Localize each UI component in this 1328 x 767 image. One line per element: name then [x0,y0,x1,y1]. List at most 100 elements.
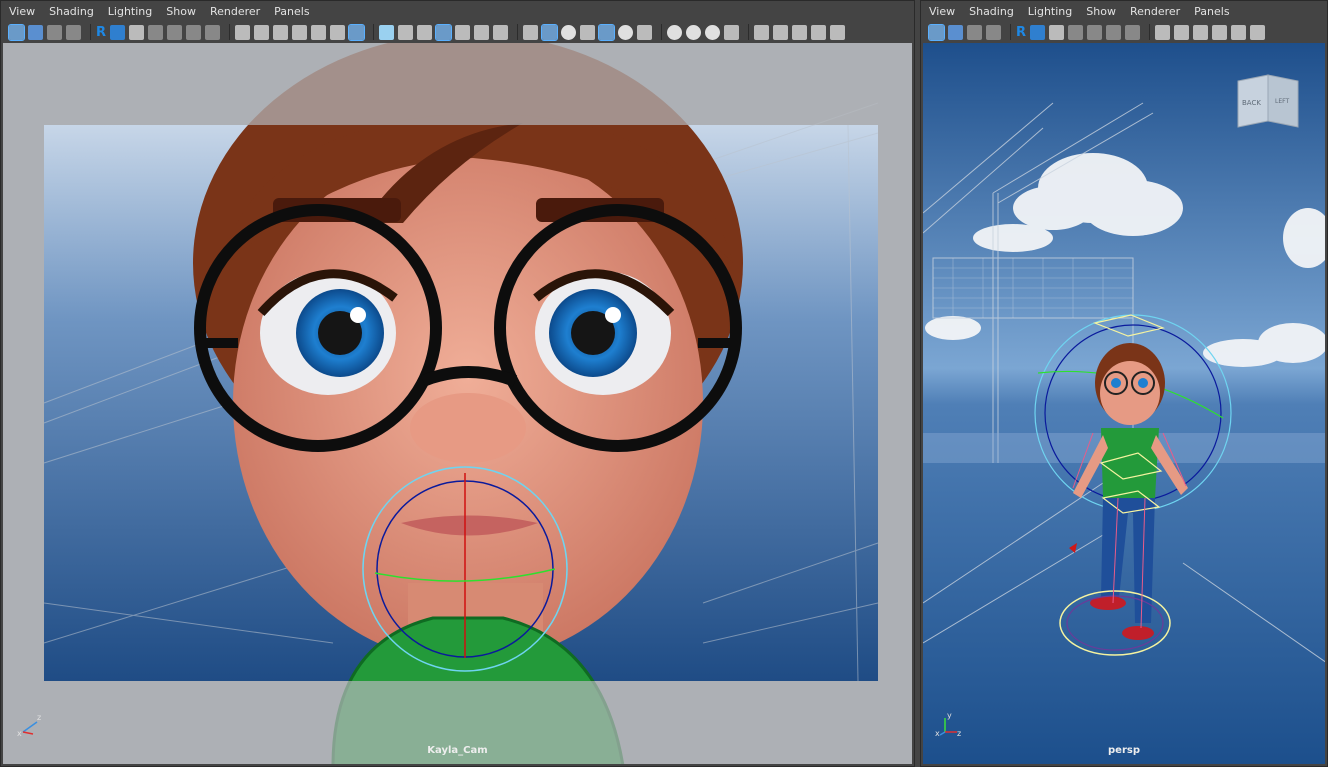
snap-icon[interactable] [1231,24,1247,40]
right-panel-toolbar: R [921,21,1327,43]
frame-all-icon[interactable] [830,24,846,40]
anti-alias-icon[interactable] [705,24,721,40]
menu-panels[interactable]: Panels [1194,5,1229,18]
menu-renderer[interactable]: Renderer [1130,5,1180,18]
menu-shading[interactable]: Shading [49,5,94,18]
right-panel-menubar: View Shading Lighting Show Renderer Pane… [921,1,1327,21]
grease-pencil-icon[interactable] [348,23,366,41]
screen-space-ao-icon[interactable] [667,24,683,40]
xray-active-icon[interactable] [792,24,808,40]
camera-track-icon[interactable] [1193,24,1209,40]
camera-name-label: persp [1108,745,1140,756]
wireframe-on-shaded-icon[interactable] [561,24,577,40]
motion-blur-icon[interactable] [686,24,702,40]
bookmark-flag-icon[interactable] [1212,24,1228,40]
menu-view[interactable]: View [929,5,955,18]
resolution-gate-icon[interactable] [417,24,433,40]
wireframe-icon[interactable] [523,24,539,40]
render-r-icon[interactable]: R [1016,25,1026,40]
shadows-icon[interactable] [637,24,653,40]
textured-icon[interactable] [598,23,616,41]
left-panel-toolbar: R [1,21,914,43]
bookmark-icon[interactable] [967,24,982,40]
toolbar-separator [661,24,663,40]
camera-move-icon[interactable] [1174,24,1190,40]
rotate-icon[interactable] [1250,24,1266,40]
viewcube-left-label: LEFT [1275,98,1289,105]
toolbar-separator [748,24,750,40]
layout-icon[interactable] [186,24,202,40]
image-plane-toggle-icon[interactable] [167,24,183,40]
safe-title-icon[interactable] [493,24,509,40]
playblast-icon[interactable] [1030,24,1046,40]
bookmark-flag-icon[interactable] [292,24,308,40]
bookmark-icon[interactable] [47,24,62,40]
toolbar-separator [517,24,519,40]
isolate-select-icon[interactable] [754,24,770,40]
snapshot-icon[interactable] [1125,24,1141,40]
snapshot-icon[interactable] [205,24,221,40]
axis-label-x: x [17,729,22,738]
menu-shading[interactable]: Shading [969,5,1014,18]
depth-of-field-icon[interactable] [724,24,740,40]
camera-name-label: Kayla_Cam [427,745,488,756]
toolbar-separator [90,24,91,40]
field-chart-icon[interactable] [455,24,471,40]
gate-mask-icon[interactable] [435,23,453,41]
viewcube-icon: BACK LEFT [1237,74,1299,128]
menu-lighting[interactable]: Lighting [108,5,152,18]
smooth-shade-icon[interactable] [541,23,559,41]
2d-pan-icon[interactable] [1155,24,1171,40]
lights-icon[interactable] [618,24,634,40]
lock-camera-icon[interactable] [1068,24,1084,40]
kayla-cam-viewport[interactable]: z x Kayla_Cam [3,43,912,764]
hud-icon[interactable] [1049,24,1065,40]
menu-lighting[interactable]: Lighting [1028,5,1072,18]
render-r-icon[interactable]: R [96,25,106,40]
image-plane-icon[interactable] [986,24,1001,40]
axis-label-z: z [957,729,961,738]
toolbar-separator [229,24,231,40]
select-camera-icon[interactable] [928,23,945,41]
menu-view[interactable]: View [9,5,35,18]
xray-joints-icon[interactable] [773,24,789,40]
left-panel-menubar: View Shading Lighting Show Renderer Pane… [1,1,914,21]
camera-attributes-icon[interactable] [948,24,963,40]
layout-icon[interactable] [1106,24,1122,40]
axis-label-y: y [947,711,952,720]
persp-viewport[interactable]: BACK LEFT y z x persp [923,43,1325,764]
axis-label-z: z [37,713,41,722]
film-gate-icon[interactable] [398,24,414,40]
hud-icon[interactable] [129,24,145,40]
playblast-icon[interactable] [110,24,126,40]
safe-action-icon[interactable] [474,24,490,40]
axis-label-x: x [935,729,940,738]
toolbar-separator [1010,24,1011,40]
camera-track-icon[interactable] [273,24,289,40]
axis-gizmo-right: y z x [935,711,961,738]
2d-pan-icon[interactable] [235,24,251,40]
grid-icon[interactable] [379,24,395,40]
camera-move-icon[interactable] [254,24,270,40]
persp-render: BACK LEFT [923,43,1325,764]
menu-show[interactable]: Show [166,5,196,18]
image-plane-icon[interactable] [66,24,81,40]
axis-gizmo-left: z x [17,713,41,738]
lock-camera-icon[interactable] [148,24,164,40]
snap-icon[interactable] [311,24,327,40]
menu-renderer[interactable]: Renderer [210,5,260,18]
menu-panels[interactable]: Panels [274,5,309,18]
select-camera-icon[interactable] [8,23,25,41]
frame-selection-icon[interactable] [811,24,827,40]
left-viewport-panel[interactable]: View Shading Lighting Show Renderer Pane… [0,0,915,767]
toolbar-separator [1149,24,1151,40]
rotate-icon[interactable] [330,24,346,40]
xray-icon[interactable] [580,24,596,40]
camera-attributes-icon[interactable] [28,24,43,40]
toolbar-separator [373,24,375,40]
menu-show[interactable]: Show [1086,5,1116,18]
viewcube-back-label: BACK [1242,99,1261,107]
image-plane-toggle-icon[interactable] [1087,24,1103,40]
right-viewport-panel[interactable]: View Shading Lighting Show Renderer Pane… [920,0,1328,767]
kayla-cam-render [3,43,912,764]
